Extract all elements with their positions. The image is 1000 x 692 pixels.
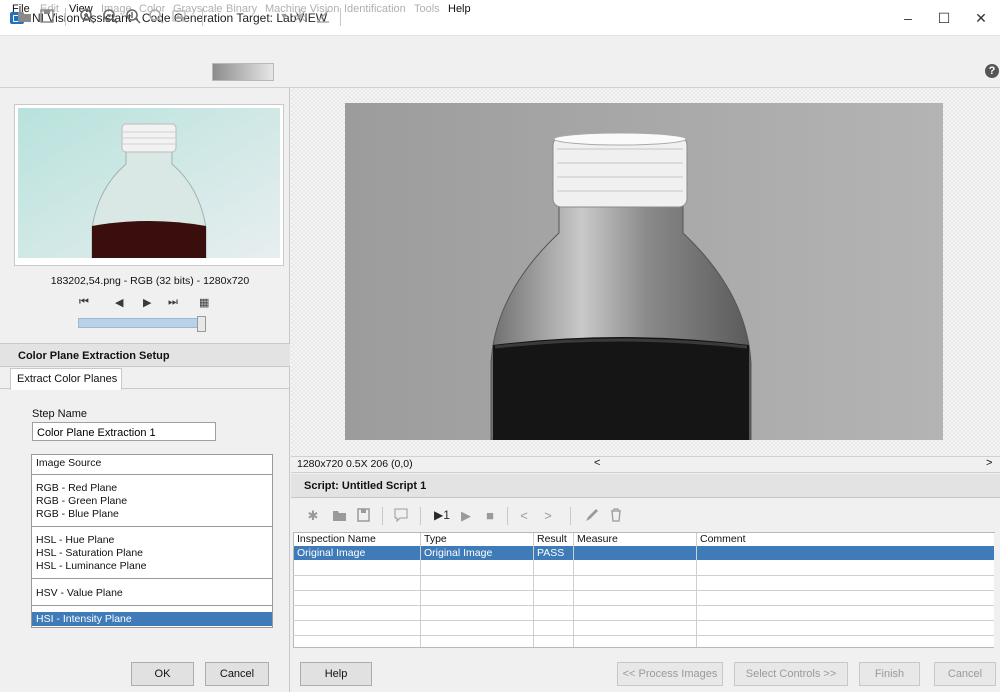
save-script-icon[interactable] [355,508,373,525]
toolbar-separator [507,507,508,525]
step-forward-icon[interactable]: > [539,508,557,523]
image-caption: 183202,54.png - RGB (32 bits) - 1280x720 [50,275,250,287]
cell-inspection-name: Original Image [297,547,366,559]
list-divider [32,578,272,579]
previous-image-icon[interactable]: ◀ [115,296,123,309]
source-hsl-luminance[interactable]: HSL - Luminance Plane [32,560,272,573]
menu-binary[interactable]: Binary [226,3,257,15]
grid-line [696,533,697,647]
menu-help[interactable]: Help [448,3,471,15]
image-thumbnail[interactable] [18,108,280,258]
ok-button[interactable]: OK [131,662,194,686]
toolbar-separator [420,507,421,525]
run-icon[interactable]: ▶ [457,508,475,524]
next-image-icon[interactable]: ▶ [143,296,151,309]
source-hsl-hue[interactable]: HSL - Hue Plane [32,534,272,547]
menu-identification[interactable]: Identification [344,3,406,15]
column-header[interactable]: Inspection Name [294,533,419,546]
image-source-header: Image Source [36,457,102,469]
column-header[interactable]: Measure [574,533,694,546]
finish-button[interactable]: Finish [859,662,920,686]
zoom-fit-icon[interactable] [148,8,164,24]
grid-line [420,533,421,647]
list-divider [32,526,272,527]
measure-icon[interactable] [315,8,331,24]
image-fit-icon[interactable] [171,8,187,24]
grid-line [293,635,995,636]
toolbar-separator [382,507,383,525]
scroll-right-arrow[interactable]: > [986,457,992,469]
source-rgb-red[interactable]: RGB - Red Plane [32,482,272,495]
last-image-icon[interactable]: ⏭ [168,296,178,309]
threshold-icon[interactable] [292,8,308,24]
open-icon[interactable] [17,8,33,24]
scroll-left-arrow[interactable]: < [594,457,600,469]
grid-line [293,575,995,576]
grid-line [293,620,995,621]
column-header[interactable]: Type [421,533,531,546]
zoom-in-icon[interactable] [79,8,95,24]
menu-bar [0,36,1000,56]
toolbar-separator [202,8,203,26]
step-name-input[interactable] [32,422,216,441]
cell-measure [574,547,577,560]
image-slider-thumb[interactable] [197,316,206,332]
dropdown-arrow-icon[interactable]: ▼ [276,8,292,24]
cancel-button[interactable]: Cancel [934,662,996,686]
save-icon[interactable] [39,8,55,24]
grid-line [293,590,995,591]
palette-dropdown[interactable] [212,63,274,81]
list-divider [32,474,272,475]
close-button[interactable]: ✕ [966,6,996,30]
image-info-status: 1280x720 0.5X 206 (0,0) [297,458,413,470]
cell-comment [697,547,700,560]
script-header: Script: Untitled Script 1 [291,474,1000,498]
process-images-button[interactable]: << Process Images [617,662,723,686]
step-name-label: Step Name [32,408,88,420]
edit-step-icon[interactable] [583,508,601,525]
toolbar-separator [570,507,571,525]
stop-icon[interactable]: ■ [481,508,499,523]
zoom-out-icon[interactable] [102,8,118,24]
comment-icon[interactable] [392,508,410,525]
minimize-button[interactable]: – [893,6,923,30]
new-step-icon[interactable]: ✱ [304,508,322,524]
table-row[interactable] [294,546,994,560]
source-rgb-blue[interactable]: RGB - Blue Plane [32,508,272,521]
toolbar-separator [65,8,66,26]
toolbar-separator [340,8,341,26]
run-once-icon[interactable]: ▶1 [431,508,453,522]
cell-result: PASS [537,547,565,559]
source-rgb-green[interactable]: RGB - Green Plane [32,495,272,508]
source-hsv-value[interactable]: HSV - Value Plane [32,587,272,600]
column-header[interactable]: Comment [697,533,897,546]
grid-line [573,533,574,647]
select-controls-button[interactable]: Select Controls >> [734,662,848,686]
cell-type: Original Image [424,547,493,559]
delete-step-icon[interactable] [607,508,625,525]
main-toolbar [0,56,1000,88]
cancel-setup-button[interactable]: Cancel [205,662,269,686]
grid-line [293,605,995,606]
column-header[interactable]: Result [534,533,572,546]
source-hsl-saturation[interactable]: HSL - Saturation Plane [32,547,272,560]
source-hsi-intensity[interactable]: HSI - Intensity Plane [32,612,272,626]
list-divider [32,605,272,606]
zoom-1to1-icon[interactable] [125,8,141,24]
grid-line [533,533,534,647]
help-button[interactable]: Help [300,662,372,686]
maximize-button[interactable]: ☐ [929,6,959,30]
first-image-icon[interactable]: ⏮ [79,296,89,309]
step-back-icon[interactable]: < [515,508,533,523]
processed-image[interactable] [345,103,943,440]
open-script-icon[interactable] [331,508,349,525]
setup-header: Color Plane Extraction Setup [0,343,290,367]
tab-extract-color-planes[interactable]: Extract Color Planes [10,368,122,390]
image-slider-track[interactable] [78,318,204,328]
help-icon[interactable]: ? [985,64,999,78]
table-scrollbar[interactable] [994,533,999,648]
browse-mode-icon[interactable]: ▦ [199,296,209,309]
menu-tools[interactable]: Tools [414,3,440,15]
